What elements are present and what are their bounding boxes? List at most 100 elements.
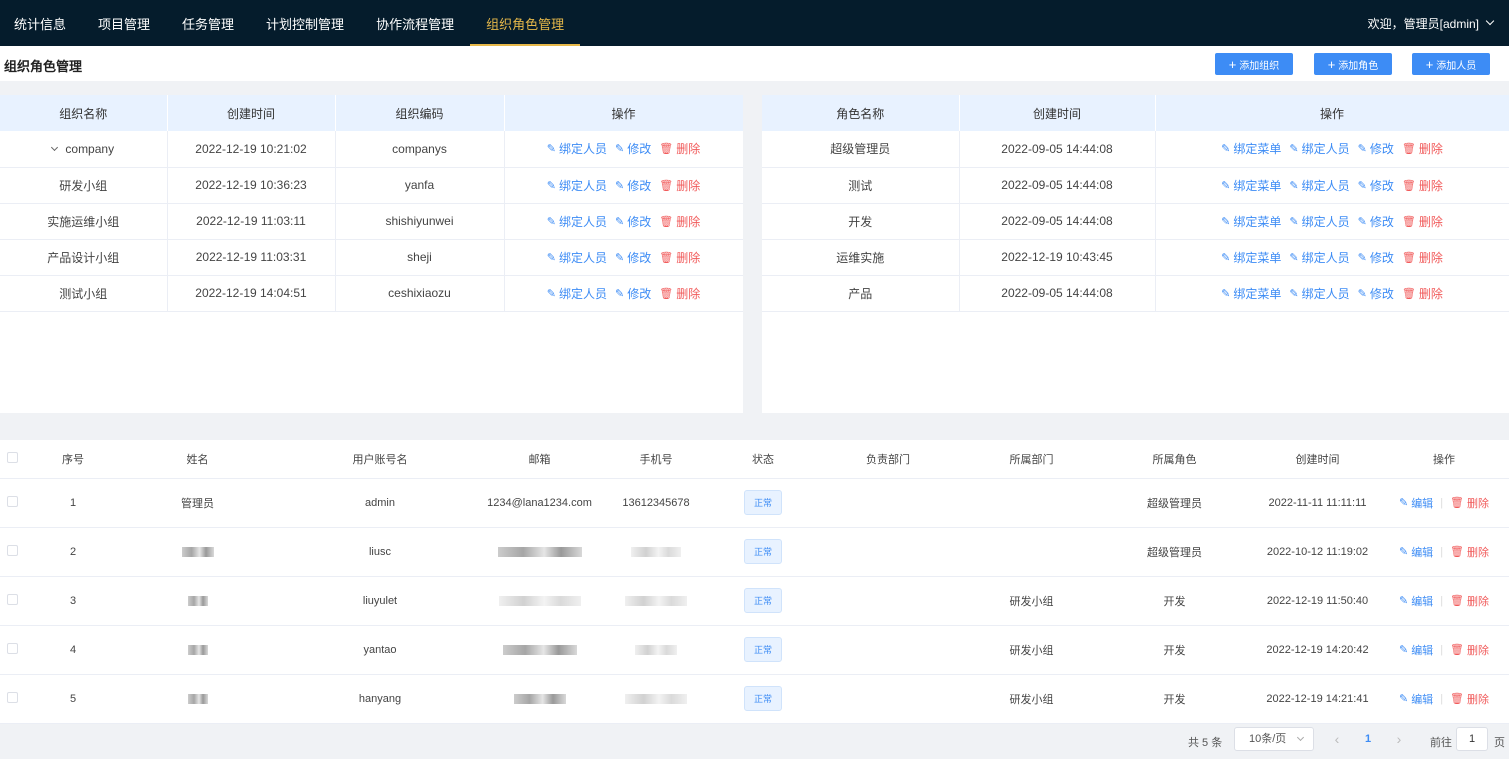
nav-item-5[interactable]: 组织角色管理 <box>470 0 581 46</box>
user-index: 3 <box>24 576 122 626</box>
edit-button[interactable]: ✎ 修改 <box>1358 177 1394 194</box>
delete-user-button[interactable]: 🗑 删除 <box>1450 642 1489 658</box>
bind-member-button[interactable]: ✎ 绑定人员 <box>547 213 607 230</box>
edit-button[interactable]: ✎ 修改 <box>1358 249 1394 266</box>
bind-menu-button[interactable]: ✎ 绑定菜单 <box>1221 249 1281 266</box>
edit-user-button[interactable]: ✎ 编辑 <box>1399 593 1433 609</box>
nav-item-2[interactable]: 任务管理 <box>166 0 250 46</box>
delete-button[interactable]: 🗑 删除 <box>659 249 700 266</box>
edit-icon: ✎ <box>1221 143 1231 156</box>
org-created: 2022-12-19 10:36:23 <box>167 167 336 204</box>
edit-user-button[interactable]: ✎ 编辑 <box>1399 495 1433 511</box>
edit-button[interactable]: ✎ 修改 <box>615 249 651 266</box>
action-divider: | <box>1440 644 1444 656</box>
edit-user-button[interactable]: ✎ 编辑 <box>1399 642 1433 658</box>
user-created: 2022-11-11 11:11:11 <box>1256 478 1379 528</box>
role-row[interactable]: 测试 2022-09-05 14:44:08 ✎ 绑定菜单 ✎ 绑定人员 ✎ 修改 🗑 删除 <box>762 167 1509 204</box>
user-row[interactable]: 2 liusc 正常 超级管理员 2022-10-12 11:19:02 ✎ 编辑 | 🗑 删除 <box>0 527 1509 577</box>
org-created: 2022-12-19 14:04:51 <box>167 275 336 312</box>
org-row[interactable]: 产品设计小组 2022-12-19 11:03:31 sheji ✎ 绑定人员 ✎ 修改 🗑 删… <box>0 239 743 276</box>
delete-button[interactable]: 🗑 删除 <box>1402 213 1443 230</box>
row-checkbox[interactable] <box>6 495 18 507</box>
user-row[interactable]: 3 liuyulet 正常 研发小组 开发 2022-12-19 11:50:40 ✎ 编辑 |… <box>0 576 1509 626</box>
edit-button[interactable]: ✎ 修改 <box>615 140 651 157</box>
nav-item-3[interactable]: 计划控制管理 <box>250 0 360 46</box>
delete-button[interactable]: 🗑 删除 <box>1402 249 1443 266</box>
bind-member-button-label: 绑定人员 <box>1301 142 1350 157</box>
edit-button[interactable]: ✎ 修改 <box>615 177 651 194</box>
role-row[interactable]: 超级管理员 2022-09-05 14:44:08 ✎ 绑定菜单 ✎ 绑定人员 ✎ 修改 🗑 删除 <box>762 131 1509 168</box>
user-row[interactable]: 4 yantao 正常 研发小组 开发 2022-12-19 14:20:42 ✎ 编辑 | 🗑 删… <box>0 625 1509 675</box>
bind-menu-button[interactable]: ✎ 绑定菜单 <box>1221 213 1281 230</box>
edit-button[interactable]: ✎ 修改 <box>1358 213 1394 230</box>
bind-member-button[interactable]: ✎ 绑定人员 <box>547 140 607 157</box>
edit-button[interactable]: ✎ 修改 <box>1358 140 1394 157</box>
bind-member-button-label: 绑定人员 <box>558 214 607 229</box>
add-org-button[interactable]: + 添加组织 <box>1215 53 1293 75</box>
bind-member-button[interactable]: ✎ 绑定人员 <box>1289 213 1349 230</box>
edit-icon: ✎ <box>1398 546 1409 558</box>
bind-member-button[interactable]: ✎ 绑定人员 <box>1289 177 1349 194</box>
add-member-button[interactable]: + 添加人员 <box>1412 53 1490 75</box>
role-row[interactable]: 运维实施 2022-12-19 10:43:45 ✎ 绑定菜单 ✎ 绑定人员 ✎ 修改 🗑 删除 <box>762 239 1509 276</box>
bind-member-button[interactable]: ✎ 绑定人员 <box>547 177 607 194</box>
delete-button[interactable]: 🗑 删除 <box>1402 177 1443 194</box>
row-checkbox[interactable] <box>6 544 18 556</box>
nav-item-4[interactable]: 协作流程管理 <box>360 0 470 46</box>
org-row[interactable]: 测试小组 2022-12-19 14:04:51 ceshixiaozu ✎ 绑定人员 ✎… <box>0 275 743 312</box>
edit-button[interactable]: ✎ 修改 <box>615 285 651 302</box>
user-phone: 13612345678 <box>592 478 720 528</box>
redacted-email <box>497 546 582 557</box>
chevron-left-icon[interactable]: ‹ <box>1325 727 1349 751</box>
delete-button[interactable]: 🗑 删除 <box>659 140 700 157</box>
bind-menu-button[interactable]: ✎ 绑定菜单 <box>1221 177 1281 194</box>
delete-user-button[interactable]: 🗑 删除 <box>1450 544 1489 560</box>
role-row[interactable]: 产品 2022-09-05 14:44:08 ✎ 绑定菜单 ✎ 绑定人员 ✎ 修改 🗑 删除 <box>762 275 1509 312</box>
edit-user-button[interactable]: ✎ 编辑 <box>1399 544 1433 560</box>
edit-button[interactable]: ✎ 修改 <box>615 213 651 230</box>
bind-menu-button[interactable]: ✎ 绑定菜单 <box>1221 285 1281 302</box>
org-actions: ✎ 绑定人员 ✎ 修改 🗑 删除 <box>504 167 743 204</box>
user-created: 2022-12-19 14:21:41 <box>1256 674 1379 724</box>
row-checkbox[interactable] <box>6 593 18 605</box>
user-menu[interactable]: 欢迎，管理员[admin] <box>1368 0 1495 46</box>
user-dept: 研发小组 <box>970 576 1093 626</box>
goto-page-input[interactable]: 1 <box>1456 727 1488 751</box>
select-all-checkbox[interactable] <box>6 451 18 463</box>
delete-button[interactable]: 🗑 删除 <box>1402 285 1443 302</box>
org-row[interactable]: company 2022-12-19 10:21:02 companys ✎ 绑定人员 ✎… <box>0 131 743 168</box>
delete-button[interactable]: 🗑 删除 <box>659 285 700 302</box>
delete-button[interactable]: 🗑 删除 <box>659 177 700 194</box>
role-row[interactable]: 开发 2022-09-05 14:44:08 ✎ 绑定菜单 ✎ 绑定人员 ✎ 修改 🗑 删除 <box>762 203 1509 240</box>
add-role-button[interactable]: + 添加角色 <box>1314 53 1392 75</box>
delete-user-button[interactable]: 🗑 删除 <box>1450 593 1489 609</box>
bind-member-button[interactable]: ✎ 绑定人员 <box>1289 140 1349 157</box>
edit-button[interactable]: ✎ 修改 <box>1358 285 1394 302</box>
delete-user-button[interactable]: 🗑 删除 <box>1450 495 1489 511</box>
bind-member-button[interactable]: ✎ 绑定人员 <box>547 285 607 302</box>
user-row[interactable]: 1 管理员 admin 1234@lana1234.com 13612345678 正常 超… <box>0 478 1509 528</box>
edit-user-button[interactable]: ✎ 编辑 <box>1399 691 1433 707</box>
bind-member-button[interactable]: ✎ 绑定人员 <box>547 249 607 266</box>
org-row[interactable]: 研发小组 2022-12-19 10:36:23 yanfa ✎ 绑定人员 ✎ 修改 🗑 删除 <box>0 167 743 204</box>
delete-user-button[interactable]: 🗑 删除 <box>1450 691 1489 707</box>
nav-item-0[interactable]: 统计信息 <box>0 0 82 46</box>
edit-button-label: 修改 <box>627 214 652 229</box>
org-row[interactable]: 实施运维小组 2022-12-19 11:03:11 shishiyunwei ✎ 绑定… <box>0 203 743 240</box>
role-actions: ✎ 绑定菜单 ✎ 绑定人员 ✎ 修改 🗑 删除 <box>1155 203 1509 240</box>
bind-member-button[interactable]: ✎ 绑定人员 <box>1289 249 1349 266</box>
chevron-down-icon[interactable] <box>51 144 59 152</box>
delete-button[interactable]: 🗑 删除 <box>1402 140 1443 157</box>
user-account: yantao <box>273 625 487 675</box>
user-row[interactable]: 5 hanyang 正常 研发小组 开发 2022-12-19 14:21:41 ✎ 编辑 | 🗑… <box>0 674 1509 724</box>
bind-member-button[interactable]: ✎ 绑定人员 <box>1289 285 1349 302</box>
page-number-current[interactable]: 1 <box>1358 727 1378 751</box>
delete-button[interactable]: 🗑 删除 <box>659 213 700 230</box>
page-size-select[interactable]: 10条/页 <box>1234 727 1314 751</box>
edit-icon: ✎ <box>615 179 625 192</box>
nav-item-1[interactable]: 项目管理 <box>82 0 166 46</box>
row-checkbox[interactable] <box>6 642 18 654</box>
bind-menu-button[interactable]: ✎ 绑定菜单 <box>1221 140 1281 157</box>
chevron-right-icon[interactable]: › <box>1387 727 1411 751</box>
row-checkbox[interactable] <box>6 691 18 703</box>
